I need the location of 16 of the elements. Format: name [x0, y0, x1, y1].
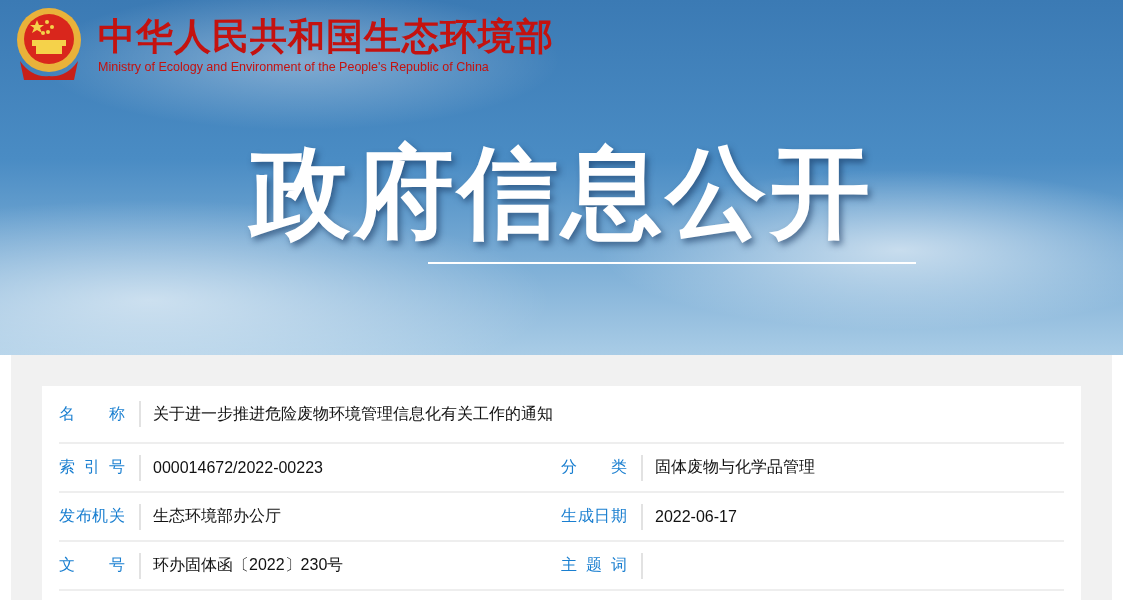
field-label: 索 引 号 [59, 457, 125, 477]
field-label: 发布机关 [59, 506, 125, 526]
field-label: 分 类 [561, 457, 627, 477]
field-label: 主 题 词 [561, 555, 627, 575]
field-value: 2022-06-17 [655, 507, 737, 526]
field-value: 关于进一步推进危险废物环境管理信息化有关工作的通知 [153, 403, 553, 424]
site-title: 中华人民共和国生态环境部 [98, 15, 554, 59]
field-label: 名 称 [59, 403, 125, 424]
field-value: 环办固体函〔2022〕230号 [153, 555, 344, 575]
field-value: 000014672/2022-00223 [153, 458, 323, 477]
field-label: 文 号 [59, 555, 125, 575]
field-value: 生态环境部办公厅 [153, 506, 281, 526]
field-label: 生成日期 [561, 506, 627, 526]
site-subtitle: Ministry of Ecology and Environment of the People's Republic of China [98, 59, 490, 75]
banner-title: 政府信息公开 [249, 135, 874, 250]
field-value: 固体废物与化学品管理 [655, 457, 815, 477]
